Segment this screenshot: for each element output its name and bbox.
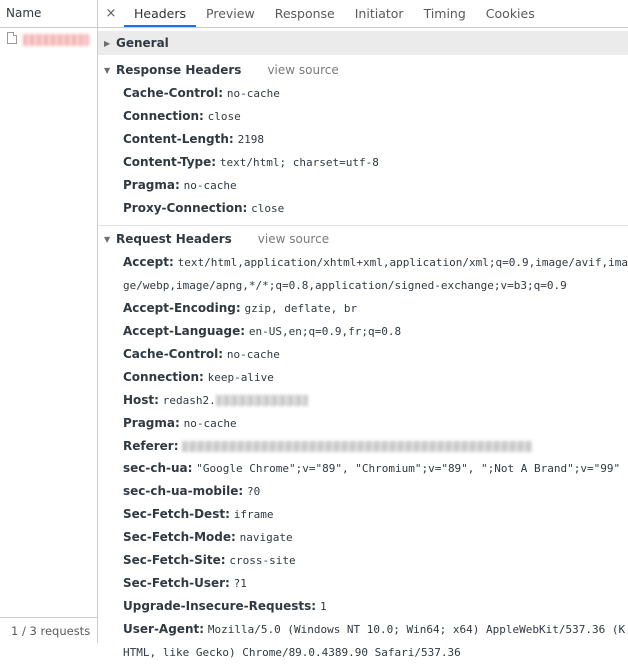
header-key: Accept-Language: — [123, 324, 246, 338]
section-divider — [98, 225, 628, 226]
header-key: Pragma: — [123, 416, 180, 430]
request-header-row: Sec-Fetch-Dest: iframe — [98, 503, 628, 526]
header-key: sec-ch-ua: — [123, 461, 193, 475]
header-key: Sec-Fetch-Site: — [123, 553, 226, 567]
header-key: Cache-Control: — [123, 86, 224, 100]
triangle-right-icon: ▶ — [104, 39, 111, 48]
header-value: cross-site — [229, 554, 296, 567]
request-details-pane: × Headers Preview Response Initiator Tim… — [98, 0, 628, 659]
request-header-row: Sec-Fetch-Mode: navigate — [98, 526, 628, 549]
request-header-row: Accept: text/html,application/xhtml+xml,… — [98, 251, 628, 297]
header-key: Proxy-Connection: — [123, 201, 248, 215]
response-header-row: Proxy-Connection: close — [98, 197, 628, 220]
request-header-row: Pragma: no-cache — [98, 412, 628, 435]
response-header-row: Content-Length: 2198 — [98, 128, 628, 151]
request-header-row: Accept-Language: en-US,en;q=0.9,fr;q=0.8 — [98, 320, 628, 343]
header-key: Accept: — [123, 255, 174, 269]
header-key: sec-ch-ua-mobile: — [123, 484, 244, 498]
response-header-row: Content-Type: text/html; charset=utf-8 — [98, 151, 628, 174]
header-key: Accept-Encoding: — [123, 301, 241, 315]
header-key: User-Agent: — [123, 622, 205, 636]
header-key: Host: — [123, 393, 159, 407]
request-row[interactable] — [0, 28, 97, 50]
name-column-header[interactable]: Name — [0, 0, 97, 28]
header-key: Pragma: — [123, 178, 180, 192]
response-headers-title: Response Headers — [116, 63, 242, 77]
response-header-row: Connection: close — [98, 105, 628, 128]
request-header-row: Connection: keep-alive — [98, 366, 628, 389]
request-header-row: Sec-Fetch-User: ?1 — [98, 572, 628, 595]
response-header-row: Cache-Control: no-cache — [98, 82, 628, 105]
tab-timing[interactable]: Timing — [414, 0, 476, 27]
header-key: Referer: — [123, 439, 179, 453]
tab-response[interactable]: Response — [265, 0, 345, 27]
request-header-row: Sec-Fetch-Site: cross-site — [98, 549, 628, 572]
tab-cookies[interactable]: Cookies — [476, 0, 545, 27]
header-value: no-cache — [226, 348, 280, 361]
close-icon[interactable]: × — [98, 0, 124, 27]
redacted-request-name — [23, 33, 89, 46]
header-value: text/html,application/xhtml+xml,applicat… — [123, 256, 628, 292]
header-value: close — [207, 110, 241, 123]
header-value: ?0 — [246, 485, 261, 498]
header-key: Cache-Control: — [123, 347, 224, 361]
request-header-row: Cache-Control: no-cache — [98, 343, 628, 366]
request-header-row: sec-ch-ua: "Google Chrome";v="89", "Chro… — [98, 457, 628, 480]
view-source-link[interactable]: view source — [267, 63, 338, 77]
request-headers-title: Request Headers — [116, 232, 232, 246]
header-key: Sec-Fetch-Dest: — [123, 507, 230, 521]
header-value: ?1 — [233, 577, 247, 590]
response-header-row: Pragma: no-cache — [98, 174, 628, 197]
header-value: 2198 — [237, 133, 265, 146]
header-value: 1 — [319, 600, 327, 613]
header-value: no-cache — [183, 179, 237, 192]
header-value: close — [251, 202, 285, 215]
request-headers-section-header[interactable]: ▼ Request Headers view source — [98, 227, 628, 251]
header-value: gzip, deflate, br — [244, 302, 358, 315]
header-key: Content-Length: — [123, 132, 234, 146]
triangle-down-icon: ▼ — [104, 66, 111, 75]
header-key: Sec-Fetch-Mode: — [123, 530, 236, 544]
redacted-referer — [182, 441, 533, 452]
redacted-host — [215, 395, 308, 406]
request-header-row: Upgrade-Insecure-Requests: 1 — [98, 595, 628, 618]
request-header-row: User-Agent: Mozilla/5.0 (Windows NT 10.0… — [98, 618, 628, 664]
header-value: redash2. — [162, 394, 216, 407]
general-section-header[interactable]: ▶ General — [98, 31, 628, 55]
header-value: en-US,en;q=0.9,fr;q=0.8 — [248, 325, 402, 338]
header-key: Connection: — [123, 370, 204, 384]
header-key: Upgrade-Insecure-Requests: — [123, 599, 317, 613]
header-value: iframe — [233, 508, 274, 521]
document-icon — [7, 32, 17, 44]
request-header-row: Host: redash2. — [98, 389, 628, 412]
header-key: Sec-Fetch-User: — [123, 576, 230, 590]
header-key: Connection: — [123, 109, 204, 123]
header-value: no-cache — [226, 87, 280, 100]
tab-preview[interactable]: Preview — [196, 0, 265, 27]
request-header-row: sec-ch-ua-mobile: ?0 — [98, 480, 628, 503]
header-key: Content-Type: — [123, 155, 217, 169]
header-value: navigate — [239, 531, 293, 544]
header-value: text/html; charset=utf-8 — [219, 156, 379, 169]
header-value: keep-alive — [207, 371, 274, 384]
triangle-down-icon: ▼ — [104, 235, 111, 244]
view-source-link[interactable]: view source — [258, 232, 329, 246]
general-section-title: General — [116, 36, 169, 50]
request-header-row: Accept-Encoding: gzip, deflate, br — [98, 297, 628, 320]
request-count-status: 1 / 3 requests — [0, 617, 97, 643]
response-headers-section-header[interactable]: ▼ Response Headers view source — [98, 58, 628, 82]
header-value: no-cache — [183, 417, 237, 430]
tab-initiator[interactable]: Initiator — [345, 0, 414, 27]
tab-headers[interactable]: Headers — [124, 0, 197, 27]
details-tabbar: × Headers Preview Response Initiator Tim… — [98, 0, 628, 28]
request-header-row: Referer: — [98, 435, 628, 457]
header-value: "Google Chrome";v="89", "Chromium";v="89… — [196, 462, 621, 475]
request-list-pane: Name 1 / 3 requests — [0, 0, 98, 643]
